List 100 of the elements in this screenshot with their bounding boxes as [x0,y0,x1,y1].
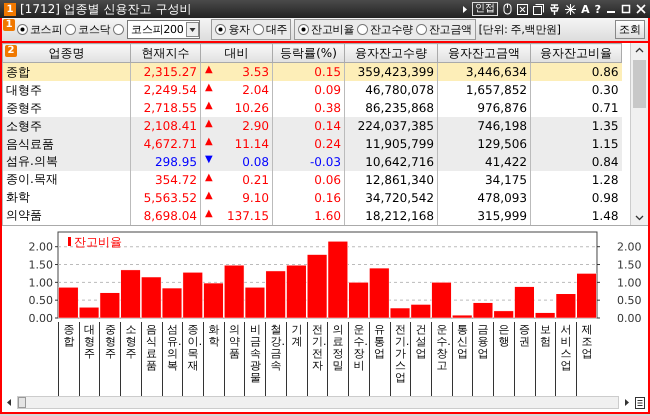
category-label: 보험 [540,324,551,350]
legend-label: 잔고비율 [74,235,122,249]
up-arrow: ▲ [205,208,213,219]
tool-button[interactable]: ? [594,2,601,16]
bar [307,254,328,318]
snowflake-icon[interactable] [565,4,576,14]
radio-label[interactable]: 코스닥 [78,22,110,37]
table-cell: 1.48 [530,206,622,225]
down-arrow: ▼ [205,154,213,165]
scrollbar-thumb[interactable] [633,60,646,108]
axis-label: 2.00 [616,240,642,254]
category-label: 금융업 [478,324,489,362]
bar [286,264,306,318]
axis-label: 1.50 [28,258,53,272]
column-header[interactable]: 현재지수 [130,44,200,63]
maximize-icon[interactable] [621,4,631,14]
up-arrow: ▲ [205,118,213,130]
up-arrow: ▲ [205,190,213,201]
category-label: 유통업 [374,324,386,362]
y-tick [596,300,600,301]
table-cell: 1.60 [272,206,344,225]
close-icon[interactable] [636,4,646,14]
caret-icon[interactable] [186,22,200,37]
radio-button[interactable] [17,24,28,35]
scrollbar-thumb[interactable] [18,397,26,408]
radio-button[interactable] [298,24,310,35]
axis-label: 0.00 [28,312,53,322]
category-label: 섬유.의복 [166,324,178,374]
table-cell: 8,698.04 [130,206,200,225]
axis-label: 1.00 [28,276,53,290]
arrow-icon [463,6,468,12]
window-badge: 1 [4,2,16,16]
radio-button[interactable] [65,24,76,35]
table-cell: 9.10 [242,190,269,205]
category-label: 의약품 [229,324,240,362]
table-cell: 315,999 [438,206,530,225]
windows-icon[interactable] [533,4,544,14]
category-label: 제조업 [581,324,592,362]
table-cell: 3.53 [242,65,269,80]
category-label: 의료정밀 [332,324,344,374]
category-label: 비금속광물 [250,324,261,386]
axis-label: 1.50 [616,258,642,272]
axis-label: 0.50 [616,294,642,308]
axis-label: 1.00 [616,276,642,290]
y-tick [596,282,600,283]
table-cell: 18,212,168 [344,206,438,225]
category-label: 통신업 [457,324,468,362]
radio-label[interactable]: 융자 [228,22,250,37]
category-label: 운수.장비 [353,324,364,374]
category-label: 화학 [208,324,220,350]
category-label: 운수.창고 [436,324,448,374]
pin-icon[interactable] [549,4,560,14]
y-tick [54,300,58,301]
up-arrow: ▲ [205,82,213,94]
bar [141,276,162,318]
column-header[interactable]: 대비 [200,44,272,63]
category-label: 전기.가스업 [394,324,406,386]
column-header[interactable]: 등락률(%) [272,44,344,63]
up-arrow: ▲ [205,100,213,112]
table-cell: 137.15 [227,208,269,223]
radio-button[interactable] [215,24,226,35]
category-label: 은행 [498,324,510,350]
up-arrow: ▲ [205,64,213,76]
radio-button[interactable] [357,24,368,35]
table-cell: 11.14 [234,137,269,151]
radio-label[interactable]: 잔고수량 [370,22,413,37]
search-button[interactable]: 조회 [615,20,645,39]
column-header[interactable]: 융자잔고수량 [344,44,438,63]
category-label: 기계 [291,324,302,350]
mouse-icon[interactable] [503,3,512,15]
table-cell: 10.26 [234,101,269,116]
category-label: 음식료품 [146,324,158,374]
link-button[interactable]: 인접 [472,2,498,16]
radio-label[interactable]: 대주 [266,22,288,37]
up-arrow: ▲ [205,172,213,183]
radio-label[interactable]: 코스피 [30,22,62,37]
y-tick [596,246,600,248]
section-badge: 2 [5,45,17,57]
y-tick [54,282,58,283]
radio-button[interactable] [113,24,124,35]
table-cell: 2.90 [242,119,269,134]
radio-button[interactable] [252,24,264,35]
y-tick [596,264,600,266]
radio-label[interactable]: 잔고비율 [311,22,354,37]
category-label: 소형주 [126,324,137,362]
scrollbar-track[interactable] [17,396,619,409]
column-header[interactable]: 융자잔고금액 [438,44,530,63]
tool-button[interactable]: A [581,2,590,16]
document-icon[interactable] [634,396,646,408]
category-label: 서비스업 [560,324,572,374]
radio-button[interactable] [416,24,427,35]
up-arrow: ▲ [205,136,213,148]
column-header[interactable]: 융자잔고비율 [530,44,622,63]
category-label: 종이.목재 [188,324,199,374]
index-dropdown[interactable]: 코스피200 [127,20,200,39]
axis-label: 0.50 [28,294,53,308]
radio-label[interactable]: 잔고금액 [428,22,472,37]
boxed-x-icon[interactable] [517,4,528,14]
table-cell: 0.08 [242,154,269,169]
table-cell: 0.21 [242,172,269,187]
